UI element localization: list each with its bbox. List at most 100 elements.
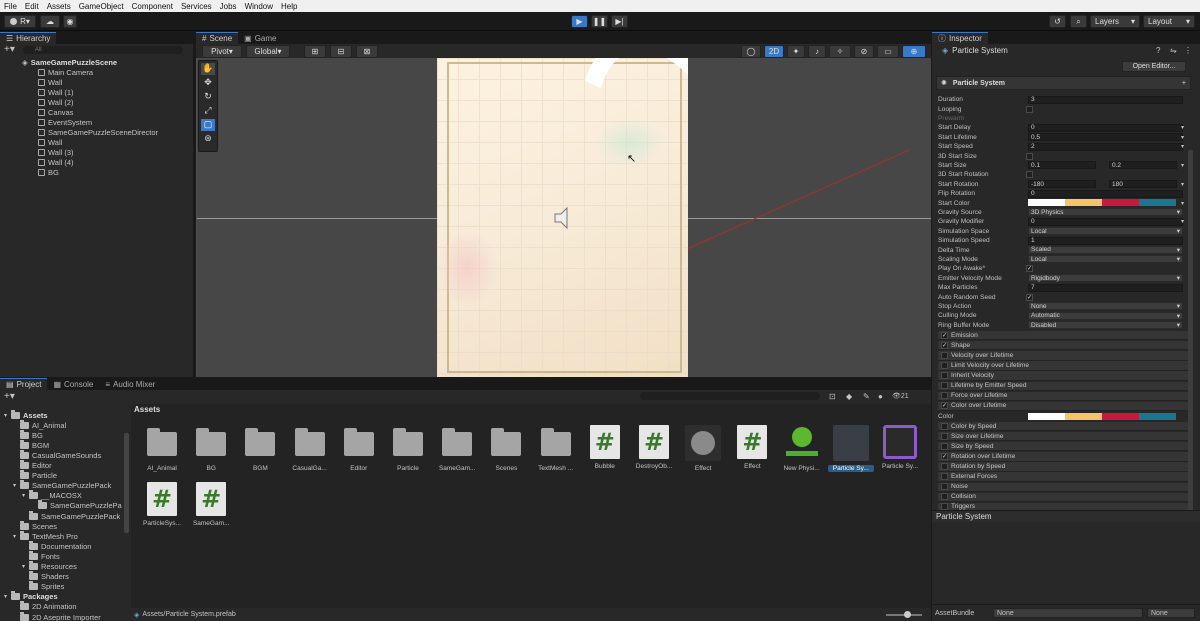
- color-gradient[interactable]: [1028, 412, 1176, 420]
- start-color-gradient[interactable]: [1028, 199, 1176, 207]
- property-field[interactable]: 2: [1028, 142, 1183, 151]
- module-row[interactable]: Size by Speed: [938, 442, 1188, 452]
- module-row[interactable]: ✓ Emission: [938, 331, 1188, 341]
- move-tool-icon[interactable]: ✥: [201, 77, 215, 89]
- expand-arrow-icon[interactable]: ▾: [4, 412, 11, 419]
- module-row[interactable]: External Forces: [938, 472, 1188, 482]
- effects-toggle[interactable]: ✧: [829, 45, 851, 58]
- asset-item[interactable]: Effect: [680, 425, 726, 472]
- property-field[interactable]: Rigidbody ▾: [1028, 274, 1183, 283]
- property-field-max[interactable]: 180: [1109, 180, 1177, 189]
- tab-console[interactable]: ▦ Console: [47, 378, 100, 390]
- search-button[interactable]: ⌕: [1070, 15, 1087, 28]
- project-tree-item[interactable]: Documentation: [0, 540, 130, 551]
- play-button[interactable]: ▶: [571, 15, 588, 28]
- pivot-dropdown[interactable]: Pivot ▾: [202, 45, 242, 58]
- property-field[interactable]: 0: [1028, 123, 1183, 132]
- module-row[interactable]: Collision: [938, 492, 1188, 502]
- hierarchy-item[interactable]: Wall: [0, 77, 193, 87]
- project-tree-item[interactable]: Editor: [0, 460, 130, 471]
- add-icon[interactable]: +: [1182, 80, 1186, 87]
- project-tree-item[interactable]: CasualGameSounds: [0, 449, 130, 460]
- module-checkbox[interactable]: ✓: [941, 452, 948, 460]
- project-search-input[interactable]: [640, 392, 820, 400]
- asset-item[interactable]: # Effect: [729, 425, 775, 470]
- property-field[interactable]: Local ▾: [1028, 227, 1183, 236]
- zoom-slider[interactable]: [886, 610, 922, 618]
- property-field[interactable]: 0.5: [1028, 133, 1183, 142]
- asset-item[interactable]: Particle Sy...: [827, 425, 874, 472]
- property-field[interactable]: 0: [1028, 217, 1183, 226]
- component-header[interactable]: ✺ Particle System +: [936, 76, 1191, 90]
- module-checkbox[interactable]: [941, 372, 948, 380]
- project-tree-item[interactable]: Scenes: [0, 520, 130, 531]
- module-checkbox[interactable]: [941, 483, 948, 491]
- menu-item-edit[interactable]: Edit: [21, 2, 43, 11]
- module-checkbox[interactable]: [941, 462, 948, 470]
- hierarchy-item[interactable]: Wall (3): [0, 147, 193, 157]
- module-row[interactable]: Size over Lifetime: [938, 432, 1188, 442]
- property-checkbox[interactable]: [1026, 171, 1033, 179]
- expand-arrow-icon[interactable]: ▾: [22, 492, 29, 499]
- layout-dropdown[interactable]: Layout ▾: [1143, 15, 1195, 28]
- project-tree-item[interactable]: SameGamePuzzlePack: [0, 510, 130, 521]
- module-checkbox[interactable]: [941, 361, 948, 369]
- project-tree-item[interactable]: ▾ __MACOSX: [0, 490, 130, 501]
- expand-arrow-icon[interactable]: ▾: [4, 593, 11, 600]
- align-button[interactable]: ⊠: [356, 45, 378, 58]
- preset-icon[interactable]: ⇋: [1170, 46, 1177, 55]
- menu-item-jobs[interactable]: Jobs: [216, 2, 241, 11]
- module-checkbox[interactable]: [941, 432, 948, 440]
- property-field[interactable]: 7: [1028, 283, 1183, 292]
- chevron-down-icon[interactable]: ▾: [1181, 162, 1184, 169]
- rect-tool-icon[interactable]: ▢: [201, 119, 215, 131]
- property-field[interactable]: 3D Physics ▾: [1028, 208, 1183, 217]
- project-tree-item[interactable]: Fonts: [0, 550, 130, 561]
- module-row[interactable]: ✓ Rotation over Lifetime: [938, 452, 1188, 462]
- scale-tool-icon[interactable]: ⤢: [201, 105, 215, 117]
- transform-tool-icon[interactable]: ⊛: [201, 133, 215, 145]
- module-row[interactable]: Rotation by Speed: [938, 462, 1188, 472]
- asset-item[interactable]: Particle Sy...: [877, 425, 923, 470]
- project-tree-item[interactable]: Sprites: [0, 581, 130, 592]
- create-icon[interactable]: +▾: [4, 391, 15, 402]
- chevron-down-icon[interactable]: ▾: [1181, 218, 1184, 225]
- chevron-down-icon[interactable]: ▾: [1181, 124, 1184, 131]
- chevron-down-icon[interactable]: ▾: [1181, 134, 1184, 141]
- property-checkbox[interactable]: [1026, 105, 1033, 113]
- assetbundle-variant-dropdown[interactable]: None: [1147, 608, 1195, 618]
- module-row[interactable]: Color by Speed: [938, 421, 1188, 432]
- hidden-objects-toggle[interactable]: ⊘: [854, 45, 874, 58]
- module-checkbox[interactable]: [941, 382, 948, 390]
- history-button[interactable]: ↺: [1049, 15, 1066, 28]
- filter-label-icon[interactable]: ◆: [846, 392, 852, 401]
- property-field[interactable]: Automatic ▾: [1028, 311, 1183, 320]
- tree-scrollbar[interactable]: [124, 433, 129, 533]
- property-field[interactable]: 0.1: [1028, 161, 1096, 170]
- hierarchy-item[interactable]: Main Camera: [0, 67, 193, 77]
- hierarchy-item[interactable]: EventSystem: [0, 117, 193, 127]
- 2d-toggle[interactable]: 2D: [764, 45, 784, 58]
- property-field[interactable]: 1: [1028, 236, 1183, 245]
- property-checkbox[interactable]: [1026, 152, 1033, 160]
- cloud-button[interactable]: ☁: [40, 15, 60, 28]
- camera-settings-button[interactable]: ▭: [877, 45, 899, 58]
- module-checkbox[interactable]: ✓: [941, 402, 948, 410]
- rotate-tool-icon[interactable]: ↻: [201, 91, 215, 103]
- hierarchy-item[interactable]: Wall (2): [0, 97, 193, 107]
- property-checkbox[interactable]: ✓: [1026, 293, 1033, 301]
- menu-item-services[interactable]: Services: [177, 2, 216, 11]
- asset-item[interactable]: # Bubble: [582, 425, 628, 470]
- gizmos-button[interactable]: ⊕: [902, 45, 926, 58]
- preview-header[interactable]: Particle System: [932, 510, 1200, 522]
- project-tree-item[interactable]: ▾ TextMesh Pro: [0, 530, 130, 541]
- project-tree-item[interactable]: 2D Aseprite Importer: [0, 611, 130, 621]
- hierarchy-item[interactable]: Wall (4): [0, 157, 193, 167]
- chevron-down-icon[interactable]: ▾: [1181, 143, 1184, 150]
- audio-toggle[interactable]: ♪: [808, 45, 826, 58]
- asset-item[interactable]: Particle: [385, 425, 431, 472]
- module-checkbox[interactable]: [941, 351, 948, 359]
- collab-button[interactable]: ◉: [63, 15, 77, 28]
- pause-button[interactable]: ❚❚: [591, 15, 608, 28]
- project-tree-item[interactable]: BGM: [0, 439, 130, 450]
